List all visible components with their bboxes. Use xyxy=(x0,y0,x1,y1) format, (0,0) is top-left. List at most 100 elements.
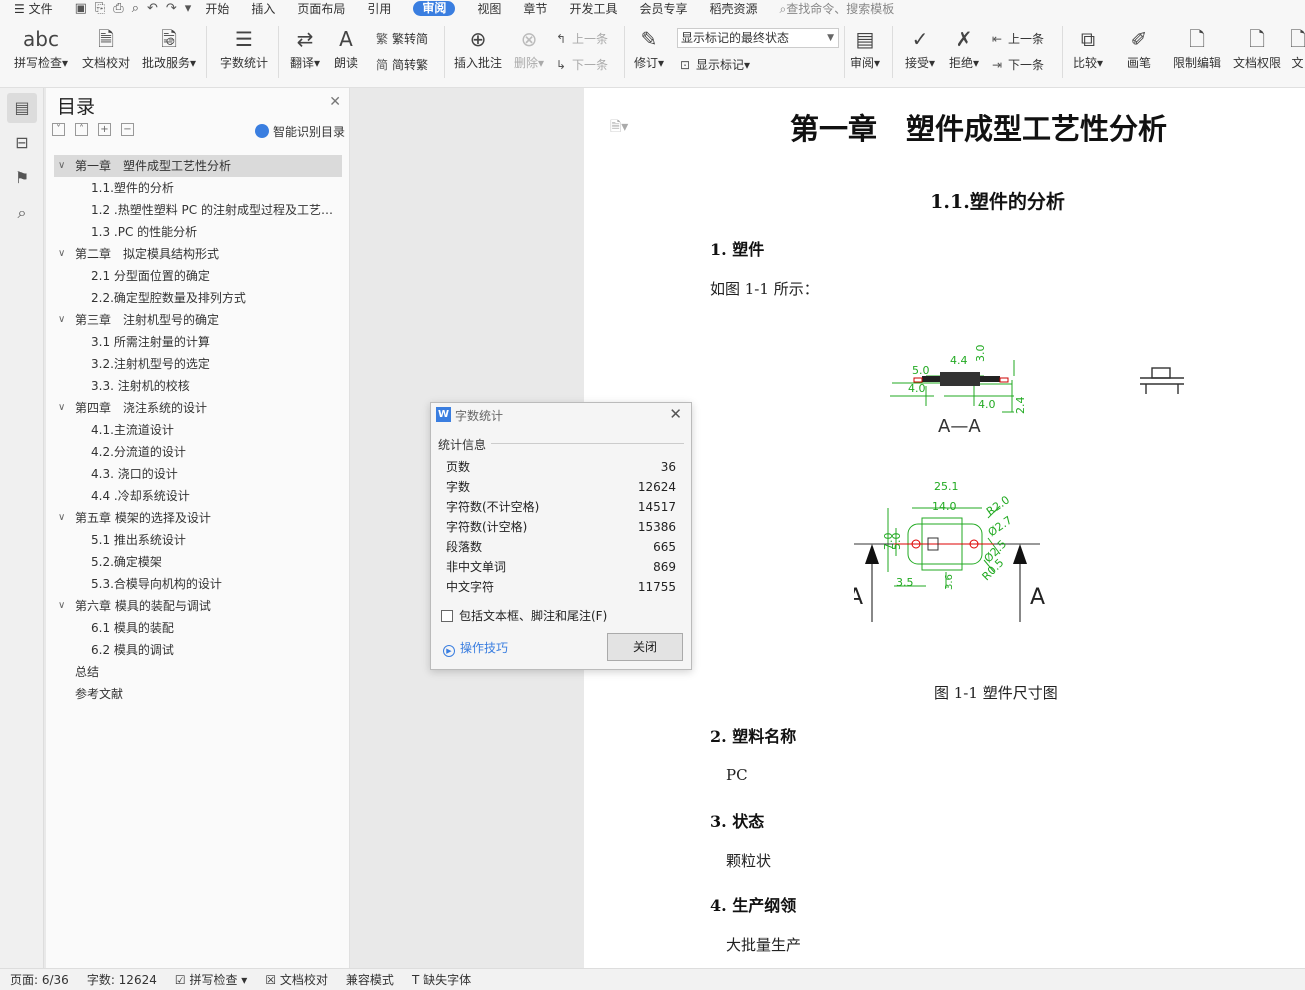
toc-toolbar: ˅ ˄ + − xyxy=(52,123,134,136)
tab-references[interactable]: 引用 xyxy=(367,0,391,17)
pen-button[interactable]: ✐ 画笔 xyxy=(1124,16,1154,71)
toc-item[interactable]: ∨ 第一章 塑件成型工艺性分析 xyxy=(54,155,342,177)
find-icon[interactable]: ⌕ xyxy=(7,198,37,228)
markup-state-select[interactable]: 显示标记的最终状态 ▼ xyxy=(677,28,839,48)
bookmark-icon[interactable]: ⚑ xyxy=(7,163,37,193)
doc-permission-button[interactable]: 🗋 文档权限 xyxy=(1230,16,1284,71)
toc-item[interactable]: 1.3 .PC 的性能分析 xyxy=(54,221,342,243)
chapter-icon[interactable]: ⊟ xyxy=(7,128,37,158)
close-icon[interactable]: ✕ xyxy=(329,94,341,110)
include-notes-checkbox[interactable]: 包括文本框、脚注和尾注(F) xyxy=(441,607,607,624)
batch-service-button[interactable]: 🗟 批改服务▾ xyxy=(140,16,198,71)
tab-layout[interactable]: 页面布局 xyxy=(297,0,345,17)
more-ribbon-button[interactable]: 🗋 文 xyxy=(1290,16,1305,71)
checkbox-box[interactable] xyxy=(441,609,453,622)
tab-member[interactable]: 会员专享 xyxy=(639,0,687,17)
toc-item[interactable]: 1.2 .热塑性塑料 PC 的注射成型过程及工艺参数 xyxy=(54,199,342,221)
prev-change-button[interactable]: ⇤ 上一条 xyxy=(992,30,1044,47)
toc-item[interactable]: 3.2.注射机型号的选定 xyxy=(54,353,342,375)
toc-item[interactable]: 总结 xyxy=(54,661,342,683)
chevron-down-icon[interactable]: ∨ xyxy=(58,595,65,617)
read-aloud-button[interactable]: A 朗读 xyxy=(330,16,362,71)
toc-item[interactable]: 3.3. 注射机的校核 xyxy=(54,375,342,397)
toc-item[interactable]: 2.1 分型面位置的确定 xyxy=(54,265,342,287)
toc-item[interactable]: 5.2.确定模架 xyxy=(54,551,342,573)
page-indicator[interactable]: 页面: 6/36 xyxy=(10,971,69,988)
toc-item[interactable]: ∨ 第四章 浇注系统的设计 xyxy=(54,397,342,419)
menu-file[interactable]: ☰ 文件 xyxy=(14,0,53,17)
chevron-down-icon[interactable]: ∨ xyxy=(58,309,65,331)
chevron-down-icon[interactable]: ∨ xyxy=(58,397,65,419)
restrict-edit-button[interactable]: 🗋 限制编辑 xyxy=(1170,16,1224,71)
toc-item[interactable]: ∨ 第三章 注射机型号的确定 xyxy=(54,309,342,331)
word-count-indicator[interactable]: 字数: 12624 xyxy=(87,971,157,988)
tab-home[interactable]: 开始 xyxy=(205,0,229,17)
toc-item[interactable]: 6.2 模具的调试 xyxy=(54,639,342,661)
add-icon[interactable]: + xyxy=(98,123,111,136)
trad-to-simp-button[interactable]: 繁繁转简 xyxy=(376,30,428,47)
proofread-button[interactable]: 🗎 文档校对 xyxy=(80,16,132,71)
preview-icon[interactable]: ⌕ xyxy=(132,1,139,16)
document-page[interactable]: 🗎▾ 第一章 塑件成型工艺性分析 1.1.塑件的分析 1. 塑件 如图 1-1 … xyxy=(584,88,1305,968)
toc-item[interactable]: 4.2.分流道的设计 xyxy=(54,441,342,463)
tab-docer[interactable]: 稻壳资源 xyxy=(709,0,757,17)
word-count-icon: ☰ xyxy=(235,27,253,51)
expand-icon[interactable]: ˄ xyxy=(75,123,88,136)
track-changes-button[interactable]: ✎ 修订▾ xyxy=(630,16,668,71)
command-search[interactable]: ⌕查找命令、搜索模板 xyxy=(779,0,894,17)
tab-review[interactable]: 审阅 xyxy=(413,0,456,16)
spell-check-status[interactable]: ☑ 拼写检查 ▾ xyxy=(175,971,247,988)
more-icon[interactable]: ▾ xyxy=(185,1,192,16)
toc-item[interactable]: 4.1.主流道设计 xyxy=(54,419,342,441)
tab-section[interactable]: 章节 xyxy=(523,0,547,17)
toc-icon[interactable]: ▤ xyxy=(7,93,37,123)
chevron-down-icon[interactable]: ∨ xyxy=(58,507,65,529)
toc-item[interactable]: 参考文献 xyxy=(54,683,342,705)
toc-item[interactable]: 5.1 推出系统设计 xyxy=(54,529,342,551)
collapse-icon[interactable]: ˅ xyxy=(52,123,65,136)
ribbon-separator xyxy=(1062,26,1063,78)
word-count-button[interactable]: ☰ 字数统计 xyxy=(218,16,270,71)
tips-link[interactable]: ▶ 操作技巧 xyxy=(443,639,508,657)
undo-icon[interactable]: ↶ xyxy=(147,1,158,16)
section-label: A—A xyxy=(938,416,981,437)
toc-item[interactable]: 6.1 模具的装配 xyxy=(54,617,342,639)
prev-comment-button[interactable]: ↰ 上一条 xyxy=(556,30,608,47)
redo-icon[interactable]: ↷ xyxy=(166,1,177,16)
toc-item[interactable]: 4.3. 浇口的设计 xyxy=(54,463,342,485)
spell-check-button[interactable]: abc 拼写检查▾ xyxy=(12,16,70,71)
missing-font-status[interactable]: T 缺失字体 xyxy=(412,971,471,988)
next-comment-button[interactable]: ↳ 下一条 xyxy=(556,56,608,73)
review-pane-button[interactable]: ▤ 审阅▾ xyxy=(848,16,882,71)
toc-item[interactable]: ∨ 第五章 模架的选择及设计 xyxy=(54,507,342,529)
tab-view[interactable]: 视图 xyxy=(477,0,501,17)
chevron-down-icon[interactable]: ∨ xyxy=(58,155,65,177)
tab-insert[interactable]: 插入 xyxy=(251,0,275,17)
toc-item[interactable]: 3.1 所需注射量的计算 xyxy=(54,331,342,353)
toc-item[interactable]: ∨ 第二章 拟定模具结构形式 xyxy=(54,243,342,265)
remove-icon[interactable]: − xyxy=(121,123,134,136)
close-icon[interactable]: ✕ xyxy=(669,405,682,423)
toc-item[interactable]: 5.3.合模导向机构的设计 xyxy=(54,573,342,595)
compare-button[interactable]: ⧉ 比较▾ xyxy=(1070,16,1106,71)
toc-item[interactable]: 2.2.确定型腔数量及排列方式 xyxy=(54,287,342,309)
next-change-button[interactable]: ⇥ 下一条 xyxy=(992,56,1044,73)
smart-toc-button[interactable]: 智能识别目录 xyxy=(254,123,345,140)
delete-comment-button[interactable]: ⊗ 删除▾ xyxy=(510,16,548,71)
show-markup-button[interactable]: ⊡ 显示标记▾ xyxy=(680,56,750,73)
simp-to-trad-button[interactable]: 简简转繁 xyxy=(376,56,428,73)
chevron-down-icon[interactable]: ∨ xyxy=(58,243,65,265)
proofread-status[interactable]: ☒ 文档校对 xyxy=(265,971,328,988)
insert-comment-button[interactable]: ⊕ 插入批注 xyxy=(452,16,504,71)
print-icon[interactable]: ⎙ xyxy=(113,1,123,16)
save-icon[interactable]: ▣ xyxy=(75,1,87,16)
translate-button[interactable]: ⇄ 翻译▾ xyxy=(288,16,322,71)
accept-button[interactable]: ✓ 接受▾ xyxy=(902,16,938,71)
export-icon[interactable]: ⎘ xyxy=(95,1,105,16)
reject-button[interactable]: ✗ 拒绝▾ xyxy=(946,16,982,71)
toc-item[interactable]: ∨ 第六章 模具的装配与调试 xyxy=(54,595,342,617)
toc-item[interactable]: 4.4 .冷却系统设计 xyxy=(54,485,342,507)
tab-devtools[interactable]: 开发工具 xyxy=(569,0,617,17)
toc-item[interactable]: 1.1.塑件的分析 xyxy=(54,177,342,199)
close-button[interactable]: 关闭 xyxy=(607,633,683,661)
